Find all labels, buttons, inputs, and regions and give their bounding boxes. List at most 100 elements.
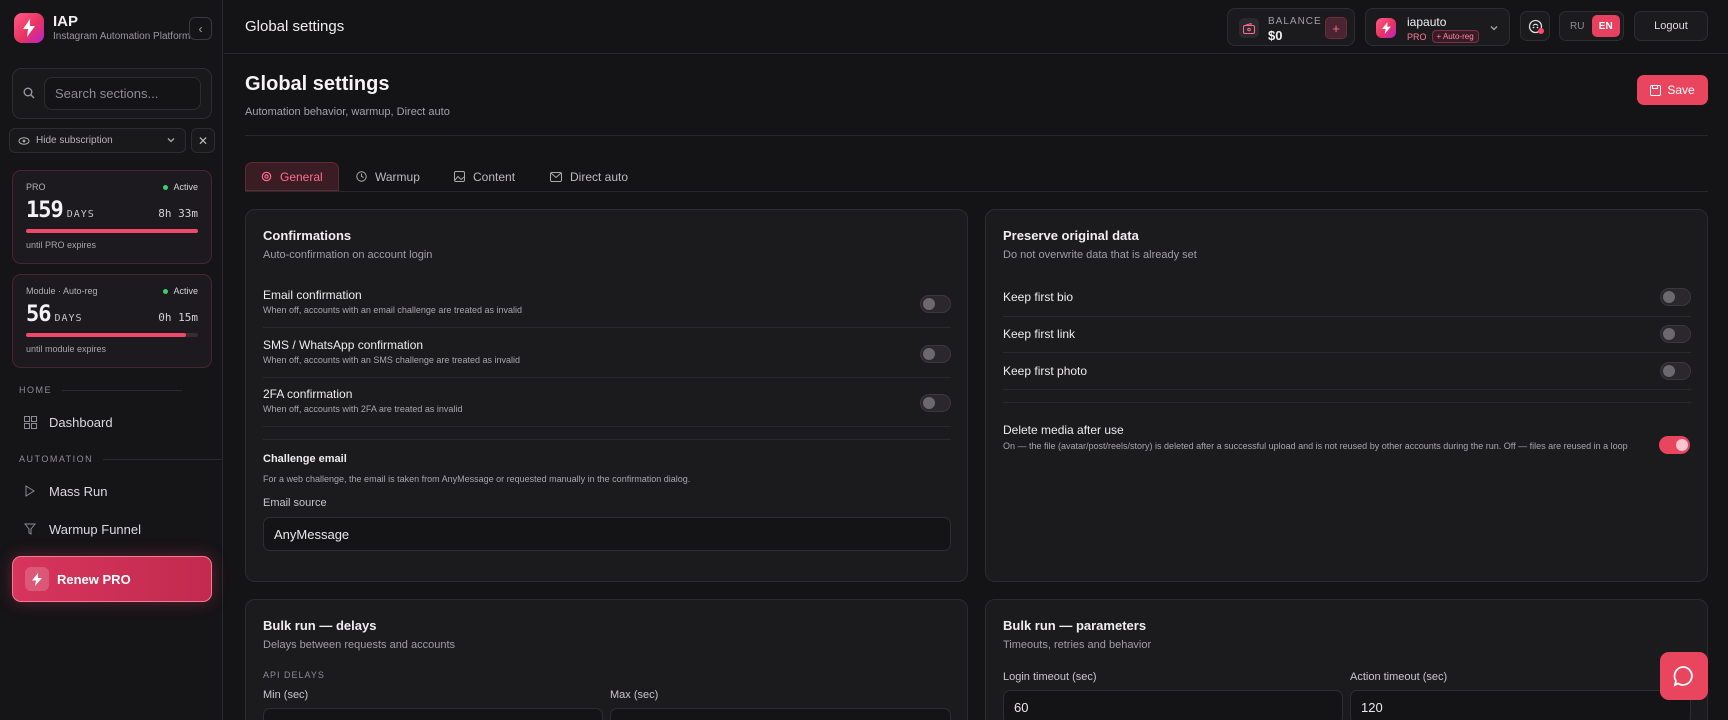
hide-subscription-label: Hide subscription [36,135,113,146]
save-button[interactable]: Save [1637,75,1708,105]
setting-description: When off, accounts with 2FA are treated … [263,404,463,414]
lang-en-button[interactable]: EN [1591,15,1620,37]
plan-time: 8h 33m [158,207,198,220]
balance-value: $0 [1268,28,1283,43]
sms-confirmation-toggle[interactable] [920,345,951,363]
setting-label: Keep first photo [1003,364,1088,378]
notifications-button[interactable] [1520,11,1550,41]
close-icon: ✕ [197,133,209,148]
tab-general[interactable]: General [245,162,339,191]
plan-progress-fill [26,333,186,337]
card-title: Preserve original data [1003,228,1139,243]
tab-label: Content [473,169,516,184]
chat-support-button[interactable] [1660,652,1708,700]
setting-row-keep-link: Keep first link [1003,327,1691,341]
divider [1003,402,1691,403]
account-badge: + Auto-reg [1431,30,1479,43]
2fa-confirmation-toggle[interactable] [920,394,951,412]
notification-dot [1538,28,1544,34]
gear-icon [261,171,272,182]
challenge-email-section: Challenge email For a web challenge, the… [263,453,951,484]
brand[interactable]: IAP Instagram Automation Platform [14,13,190,43]
sidebar-item-label: Warmup Funnel [49,521,141,537]
keep-photo-toggle[interactable] [1660,362,1691,380]
brand-logo-icon [14,13,44,43]
tab-content[interactable]: Content [439,162,530,191]
divider [245,135,1708,136]
login-timeout-field[interactable] [1003,690,1343,720]
card-subtitle: Do not overwrite data that is already se… [1003,249,1197,261]
confirmations-card: Confirmations Auto-confirmation on accou… [245,209,968,582]
sidebar: IAP Instagram Automation Platform ‹ Hide… [0,0,224,720]
page-title: Global settings [245,73,390,95]
setting-row-delete-media: Delete media after use On — the file (av… [1003,423,1643,453]
status-badge: Active [163,286,198,296]
wallet-icon [1239,18,1259,38]
setting-description: When off, accounts with an SMS challenge… [263,355,520,365]
setting-row-sms-confirmation: SMS / WhatsApp confirmation When off, ac… [263,338,951,365]
keep-bio-toggle[interactable] [1660,288,1691,306]
chevron-left-icon: ‹ [198,21,203,36]
save-icon [1650,84,1662,96]
setting-row-keep-bio: Keep first bio [1003,290,1691,304]
plan-days-label: DAYS [66,209,95,220]
balance-label: BALANCE [1268,16,1322,27]
email-source-label: Email source [263,497,327,509]
setting-label: 2FA confirmation [263,387,353,401]
brand-subtitle: Instagram Automation Platform [53,31,191,42]
logout-button[interactable]: Logout [1634,11,1708,41]
delete-media-toggle[interactable] [1659,436,1690,454]
section-description: For a web challenge, the email is taken … [263,474,691,484]
plan-days: 159 [26,198,64,223]
tab-warmup[interactable]: Warmup [341,162,435,191]
email-confirmation-toggle[interactable] [920,295,951,313]
balance-widget: BALANCE $0 + [1227,8,1355,46]
email-source-field[interactable] [263,517,951,551]
plan-time: 0h 15m [158,311,198,324]
sidebar-item-mass-run[interactable]: Mass Run [12,474,212,508]
sidebar-item-warmup-funnel[interactable]: Warmup Funnel [12,512,212,546]
chevron-down-icon [167,138,175,143]
divider [1003,389,1691,390]
plan-progress-bar [26,229,198,233]
mail-icon [550,171,562,182]
section-label: API DELAYS [263,670,325,680]
min-delay-label: Min (sec) [263,689,309,701]
max-delay-field[interactable] [610,708,951,720]
plan-days-label: DAYS [54,313,83,324]
action-timeout-field[interactable] [1350,690,1691,720]
max-delay-label: Max (sec) [610,689,659,701]
sidebar-item-label: Dashboard [49,414,113,430]
divider [1003,316,1691,317]
setting-row-email-confirmation: Email confirmation When off, accounts wi… [263,288,951,315]
section-title: Challenge email [263,453,347,465]
renew-pro-button[interactable]: Renew PRO [12,556,212,602]
setting-label: Keep first bio [1003,290,1074,304]
sidebar-item-dashboard[interactable]: Dashboard [12,405,212,439]
search-input[interactable] [44,77,201,110]
divider [263,327,951,328]
bulk-delays-card: Bulk run — delays Delays between request… [245,599,968,720]
bulk-parameters-card: Bulk run — parameters Timeouts, retries … [985,599,1708,720]
account-switcher[interactable]: iapauto PRO + Auto-reg [1365,8,1510,46]
bolt-icon [25,567,49,591]
card-subtitle: Auto-confirmation on account login [263,249,433,261]
tab-direct-auto[interactable]: Direct auto [535,162,643,191]
keep-link-toggle[interactable] [1660,325,1691,343]
card-title: Confirmations [263,228,352,243]
grid-icon [23,415,37,429]
setting-label: Delete media after use [1003,423,1124,437]
tab-label: Direct auto [570,169,629,184]
hide-subscription-button[interactable]: Hide subscription [9,128,186,153]
lang-ru-button[interactable]: RU [1563,15,1592,37]
renew-label: Renew PRO [57,571,131,587]
min-delay-field[interactable] [263,708,603,720]
chat-icon [1673,666,1693,687]
collapse-sidebar-button[interactable]: ‹ [189,17,212,40]
image-icon [454,171,465,182]
search-icon [23,87,35,99]
setting-description: On — the file (avatar/post/reels/story) … [1003,441,1628,451]
add-balance-button[interactable]: + [1325,17,1347,39]
close-subscription-button[interactable]: ✕ [191,128,215,153]
account-name: iapauto [1407,15,1447,29]
